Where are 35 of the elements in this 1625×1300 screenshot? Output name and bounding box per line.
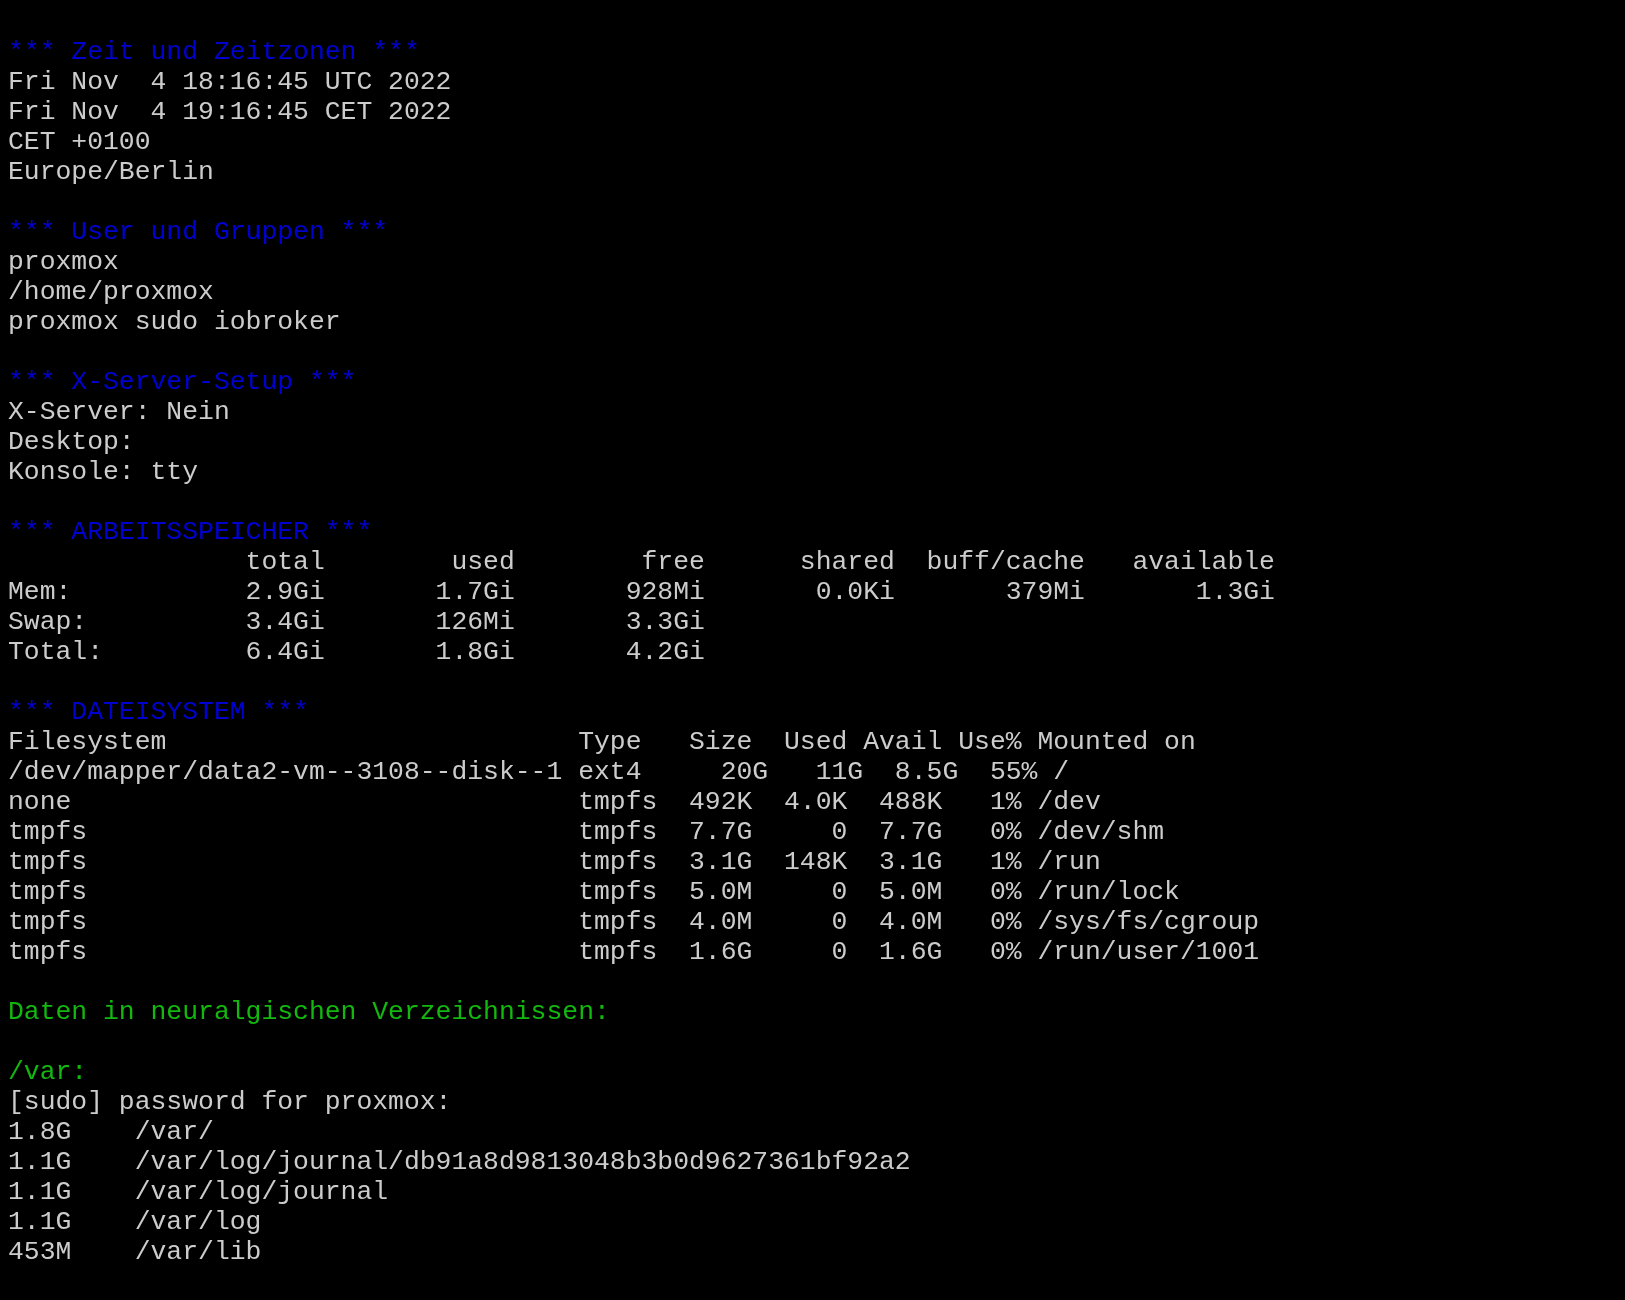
- output-line: Swap: 3.4Gi 126Mi 3.3Gi: [8, 607, 705, 637]
- output-line: Fri Nov 4 19:16:45 CET 2022: [8, 97, 452, 127]
- output-line: Europe/Berlin: [8, 157, 214, 187]
- section-heading: *** X-Server-Setup ***: [8, 367, 357, 397]
- output-line: [sudo] password for proxmox:: [8, 1087, 452, 1117]
- output-line: Mem: 2.9Gi 1.7Gi 928Mi 0.0Ki 379Mi 1.3Gi: [8, 577, 1275, 607]
- output-line: proxmox: [8, 247, 119, 277]
- section-heading: *** User und Gruppen ***: [8, 217, 389, 247]
- output-line: tmpfs tmpfs 7.7G 0 7.7G 0% /dev/shm: [8, 817, 1165, 847]
- section-heading: *** ARBEITSSPEICHER ***: [8, 517, 373, 547]
- output-line: tmpfs tmpfs 3.1G 148K 3.1G 1% /run: [8, 847, 1101, 877]
- output-line: proxmox sudo iobroker: [8, 307, 341, 337]
- output-line: tmpfs tmpfs 5.0M 0 5.0M 0% /run/lock: [8, 877, 1180, 907]
- status-message: /var:: [8, 1057, 88, 1087]
- output-line: X-Server: Nein: [8, 397, 230, 427]
- output-line: CET +0100: [8, 127, 151, 157]
- output-line: none tmpfs 492K 4.0K 488K 1% /dev: [8, 787, 1101, 817]
- output-line: tmpfs tmpfs 4.0M 0 4.0M 0% /sys/fs/cgroup: [8, 907, 1260, 937]
- section-heading: *** Zeit und Zeitzonen ***: [8, 37, 420, 67]
- output-line: 1.1G /var/log/journal: [8, 1177, 389, 1207]
- output-line: Total: 6.4Gi 1.8Gi 4.2Gi: [8, 637, 705, 667]
- output-line: tmpfs tmpfs 1.6G 0 1.6G 0% /run/user/1001: [8, 937, 1260, 967]
- output-line: Filesystem Type Size Used Avail Use% Mounted on: [8, 727, 1196, 757]
- output-line: Konsole: tty: [8, 457, 199, 487]
- output-line: /home/proxmox: [8, 277, 214, 307]
- output-line: 1.1G /var/log/journal/db91a8d9813048b3b0d9627361bf92a2: [8, 1147, 911, 1177]
- status-message: Daten in neuralgischen Verzeichnissen:: [8, 997, 610, 1027]
- output-line: 453M /var/lib: [8, 1237, 262, 1267]
- output-line: Fri Nov 4 18:16:45 UTC 2022: [8, 67, 452, 97]
- output-line: Desktop:: [8, 427, 135, 457]
- output-line: 1.1G /var/log: [8, 1207, 262, 1237]
- section-heading: *** DATEISYSTEM ***: [8, 697, 309, 727]
- output-line: /dev/mapper/data2-vm--3108--disk--1 ext4 20G 11G 8.5G 55% /: [8, 757, 1070, 787]
- output-line: 1.8G /var/: [8, 1117, 214, 1147]
- output-line: total used free shared buff/cache available: [244, 547, 1275, 577]
